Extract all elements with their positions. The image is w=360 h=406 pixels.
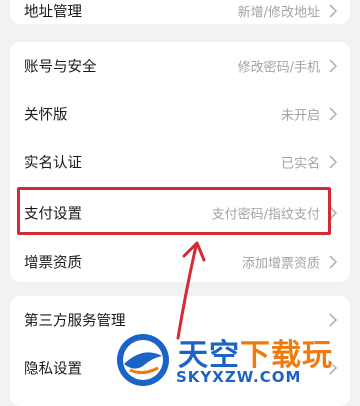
row-label: 关怀版 [24,107,68,124]
settings-row-care-mode[interactable]: 关怀版 未开启 [10,90,350,138]
chevron-right-icon [329,155,338,169]
chevron-right-icon [329,107,338,121]
settings-row-account[interactable]: 账号与安全 修改密码/手机 [10,42,350,90]
chevron-right-icon [329,255,338,269]
row-value: 修改密码/手机 [237,60,320,76]
watermark-url: SKYXZW.COM [176,368,302,386]
settings-row-address[interactable]: 地址管理 新增/修改地址 [10,0,350,24]
row-value: 未开启 [280,108,320,124]
row-label: 第三方服务管理 [24,313,126,330]
watermark: 天空下载玩 SKYXZW.COM [112,328,360,390]
row-value: 新增/修改地址 [237,5,320,21]
row-label: 实名认证 [24,155,82,172]
settings-row-realname[interactable]: 实名认证 已实名 [10,138,350,186]
row-label: 增票资质 [24,255,82,272]
chevron-right-icon [329,4,338,18]
chevron-right-icon [329,59,338,73]
chevron-right-icon [329,313,338,327]
row-value: 已实名 [280,156,320,172]
highlight-box [17,187,331,235]
settings-card-account: 账号与安全 修改密码/手机 关怀版 未开启 实名认证 已实名 支付设置 支付密码… [10,42,350,282]
row-label: 地址管理 [24,4,82,21]
row-value: 添加增票资质 [241,256,320,272]
watermark-logo-icon [117,334,169,386]
row-label: 隐私设置 [24,361,82,378]
row-label: 账号与安全 [24,59,97,76]
settings-row-invoice[interactable]: 增票资质 添加增票资质 [10,238,350,282]
settings-card-top: 地址管理 新增/修改地址 [10,0,350,24]
